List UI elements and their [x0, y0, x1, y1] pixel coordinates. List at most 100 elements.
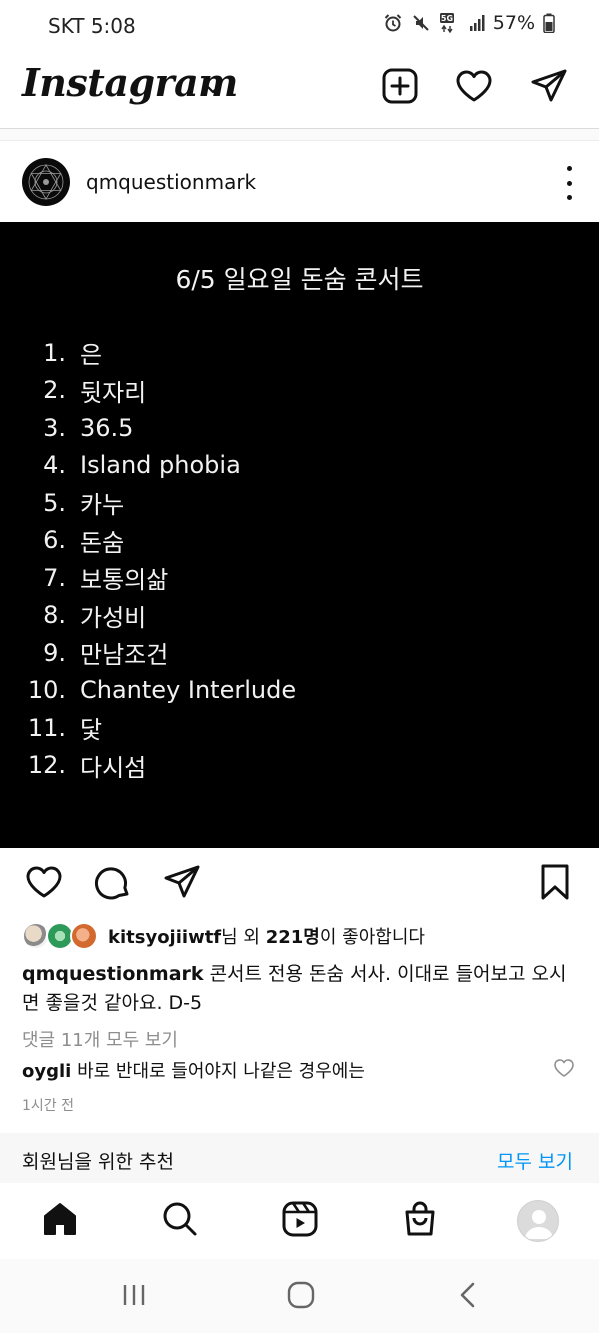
likes-count[interactable]: 221명	[266, 927, 320, 948]
like-button[interactable]	[22, 862, 66, 906]
chevron-down-icon[interactable]	[204, 80, 222, 99]
setlist-item: 1. 은	[0, 334, 599, 372]
app-header: Instagram	[0, 52, 599, 128]
battery-percent: 57%	[492, 12, 535, 34]
share-button[interactable]	[160, 862, 204, 906]
nav-shop-button[interactable]	[398, 1199, 442, 1243]
setlist-number: 10.	[27, 676, 66, 705]
new-post-icon	[381, 67, 419, 109]
more-dot-icon	[566, 166, 572, 171]
liker-avatars	[22, 920, 104, 952]
status-bar: SKT 5:08 5G 57%	[0, 0, 599, 52]
search-icon	[161, 1200, 199, 1242]
suggestions-title: 회원님을 위한 추천	[22, 1151, 174, 1173]
setlist-song: 36.5	[80, 413, 134, 442]
new-post-button[interactable]	[378, 66, 422, 110]
setlist-number: 6.	[43, 526, 66, 555]
setlist-item: 5. 카누	[0, 484, 599, 522]
signal-icon	[469, 14, 485, 32]
home-icon	[41, 1200, 79, 1242]
setlist-item: 7. 보통의삶	[0, 559, 599, 597]
setlist-number: 5.	[43, 488, 66, 517]
post-image[interactable]: 6/5 일요일 돈숨 콘서트 1. 은 2. 뒷자리 3. 36.5 4. Island ph…	[0, 222, 599, 848]
post-author-username[interactable]: qmquestionmark	[86, 170, 256, 194]
setlist-song: 카누	[80, 491, 125, 520]
post-options-button[interactable]	[561, 166, 577, 200]
setlist-song: 은	[80, 341, 103, 370]
comment-preview: oygli 바로 반대로 들어야지 나같은 경우에는	[22, 1057, 365, 1083]
direct-message-icon	[530, 67, 568, 109]
back-chevron-icon	[458, 1281, 478, 1313]
back-system-button[interactable]	[452, 1281, 484, 1313]
post-author-avatar[interactable]	[22, 158, 70, 206]
alarm-icon	[383, 13, 403, 33]
setlist-number: 3.	[43, 413, 66, 442]
likes-suffix-1: 님 외	[221, 927, 266, 948]
setlist-number: 11.	[27, 713, 66, 742]
home-circle-icon	[287, 1281, 315, 1313]
setlist-song: Island phobia	[80, 451, 241, 480]
view-all-comments-link[interactable]: 댓글 11개 모두 보기	[22, 1026, 178, 1052]
direct-messages-button[interactable]	[527, 66, 571, 110]
setlist-item: 3. 36.5	[0, 409, 599, 447]
comment-text: 바로 반대로 들어야지 나같은 경우에는	[77, 1061, 365, 1082]
nav-reels-button[interactable]	[278, 1199, 322, 1243]
suggestions-header: 회원님을 위한 추천 모두 보기	[0, 1133, 599, 1183]
recent-apps-button[interactable]	[118, 1281, 150, 1313]
save-button[interactable]	[533, 862, 577, 906]
setlist-song: 돈숨	[80, 528, 125, 557]
setlist-song: 만남조건	[80, 641, 169, 670]
likes-suffix-2: 이 좋아합니다	[319, 927, 425, 948]
suggestions-view-all-link[interactable]: 모두 보기	[497, 1147, 573, 1174]
comment-username[interactable]: oygli	[22, 1061, 71, 1082]
comment-icon	[94, 863, 132, 905]
comment-button[interactable]	[91, 862, 135, 906]
setlist-song: 뒷자리	[80, 378, 147, 407]
liker-username[interactable]: kitsyojiiwtf	[108, 927, 221, 948]
likes-summary: kitsyojiiwtf님 외 221명이 좋아합니다	[108, 923, 425, 949]
setlist-song: Chantey Interlude	[80, 676, 297, 705]
network-label: 5G	[441, 14, 453, 23]
reels-icon	[281, 1200, 319, 1242]
nav-search-button[interactable]	[158, 1199, 202, 1243]
bookmark-icon	[539, 863, 571, 905]
nav-profile-button[interactable]	[516, 1199, 560, 1243]
setlist-item: 12. 다시섬	[0, 747, 599, 785]
setlist-item: 6. 돈숨	[0, 522, 599, 560]
recent-apps-icon	[121, 1283, 147, 1311]
more-dot-icon	[566, 195, 572, 200]
shopping-bag-icon	[401, 1200, 439, 1242]
mute-icon	[411, 13, 431, 33]
setlist-number: 8.	[43, 601, 66, 630]
system-nav-bar	[0, 1259, 599, 1333]
post-action-bar	[0, 848, 599, 918]
setlist-song: 닻	[80, 716, 103, 745]
home-system-button[interactable]	[285, 1281, 317, 1313]
activity-button[interactable]	[452, 66, 496, 110]
likes-row[interactable]: kitsyojiiwtf님 외 221명이 좋아합니다	[22, 920, 425, 952]
setlist-item: 10. Chantey Interlude	[0, 672, 599, 710]
comment-like-heart-icon[interactable]	[553, 1058, 575, 1080]
nav-home-button[interactable]	[38, 1199, 82, 1243]
more-dot-icon	[566, 180, 572, 186]
liker-avatar	[70, 922, 98, 950]
concert-title: 6/5 일요일 돈숨 콘서트	[175, 265, 424, 294]
setlist-item: 11. 닻	[0, 709, 599, 747]
stories-strip	[0, 129, 599, 141]
setlist-item: 9. 만남조건	[0, 634, 599, 672]
setlist-number: 1.	[43, 338, 66, 367]
setlist-number: 9.	[43, 638, 66, 667]
network-5g-icon: 5G	[439, 12, 461, 34]
post-header: qmquestionmark	[0, 142, 599, 222]
setlist-item: 2. 뒷자리	[0, 372, 599, 410]
direct-message-icon	[163, 863, 201, 905]
setlist-item: 4. Island phobia	[0, 447, 599, 485]
setlist-number: 7.	[43, 563, 66, 592]
profile-avatar	[517, 1200, 559, 1242]
battery-icon	[543, 13, 555, 33]
status-carrier-time: SKT 5:08	[48, 14, 136, 38]
setlist-song: 보통의삶	[80, 566, 169, 595]
setlist: 1. 은 2. 뒷자리 3. 36.5 4. Island phobia 5. 카누 6. 돈숨 7. 보…	[0, 334, 599, 784]
setlist-number: 12.	[27, 751, 66, 780]
caption-username[interactable]: qmquestionmark	[22, 963, 204, 985]
